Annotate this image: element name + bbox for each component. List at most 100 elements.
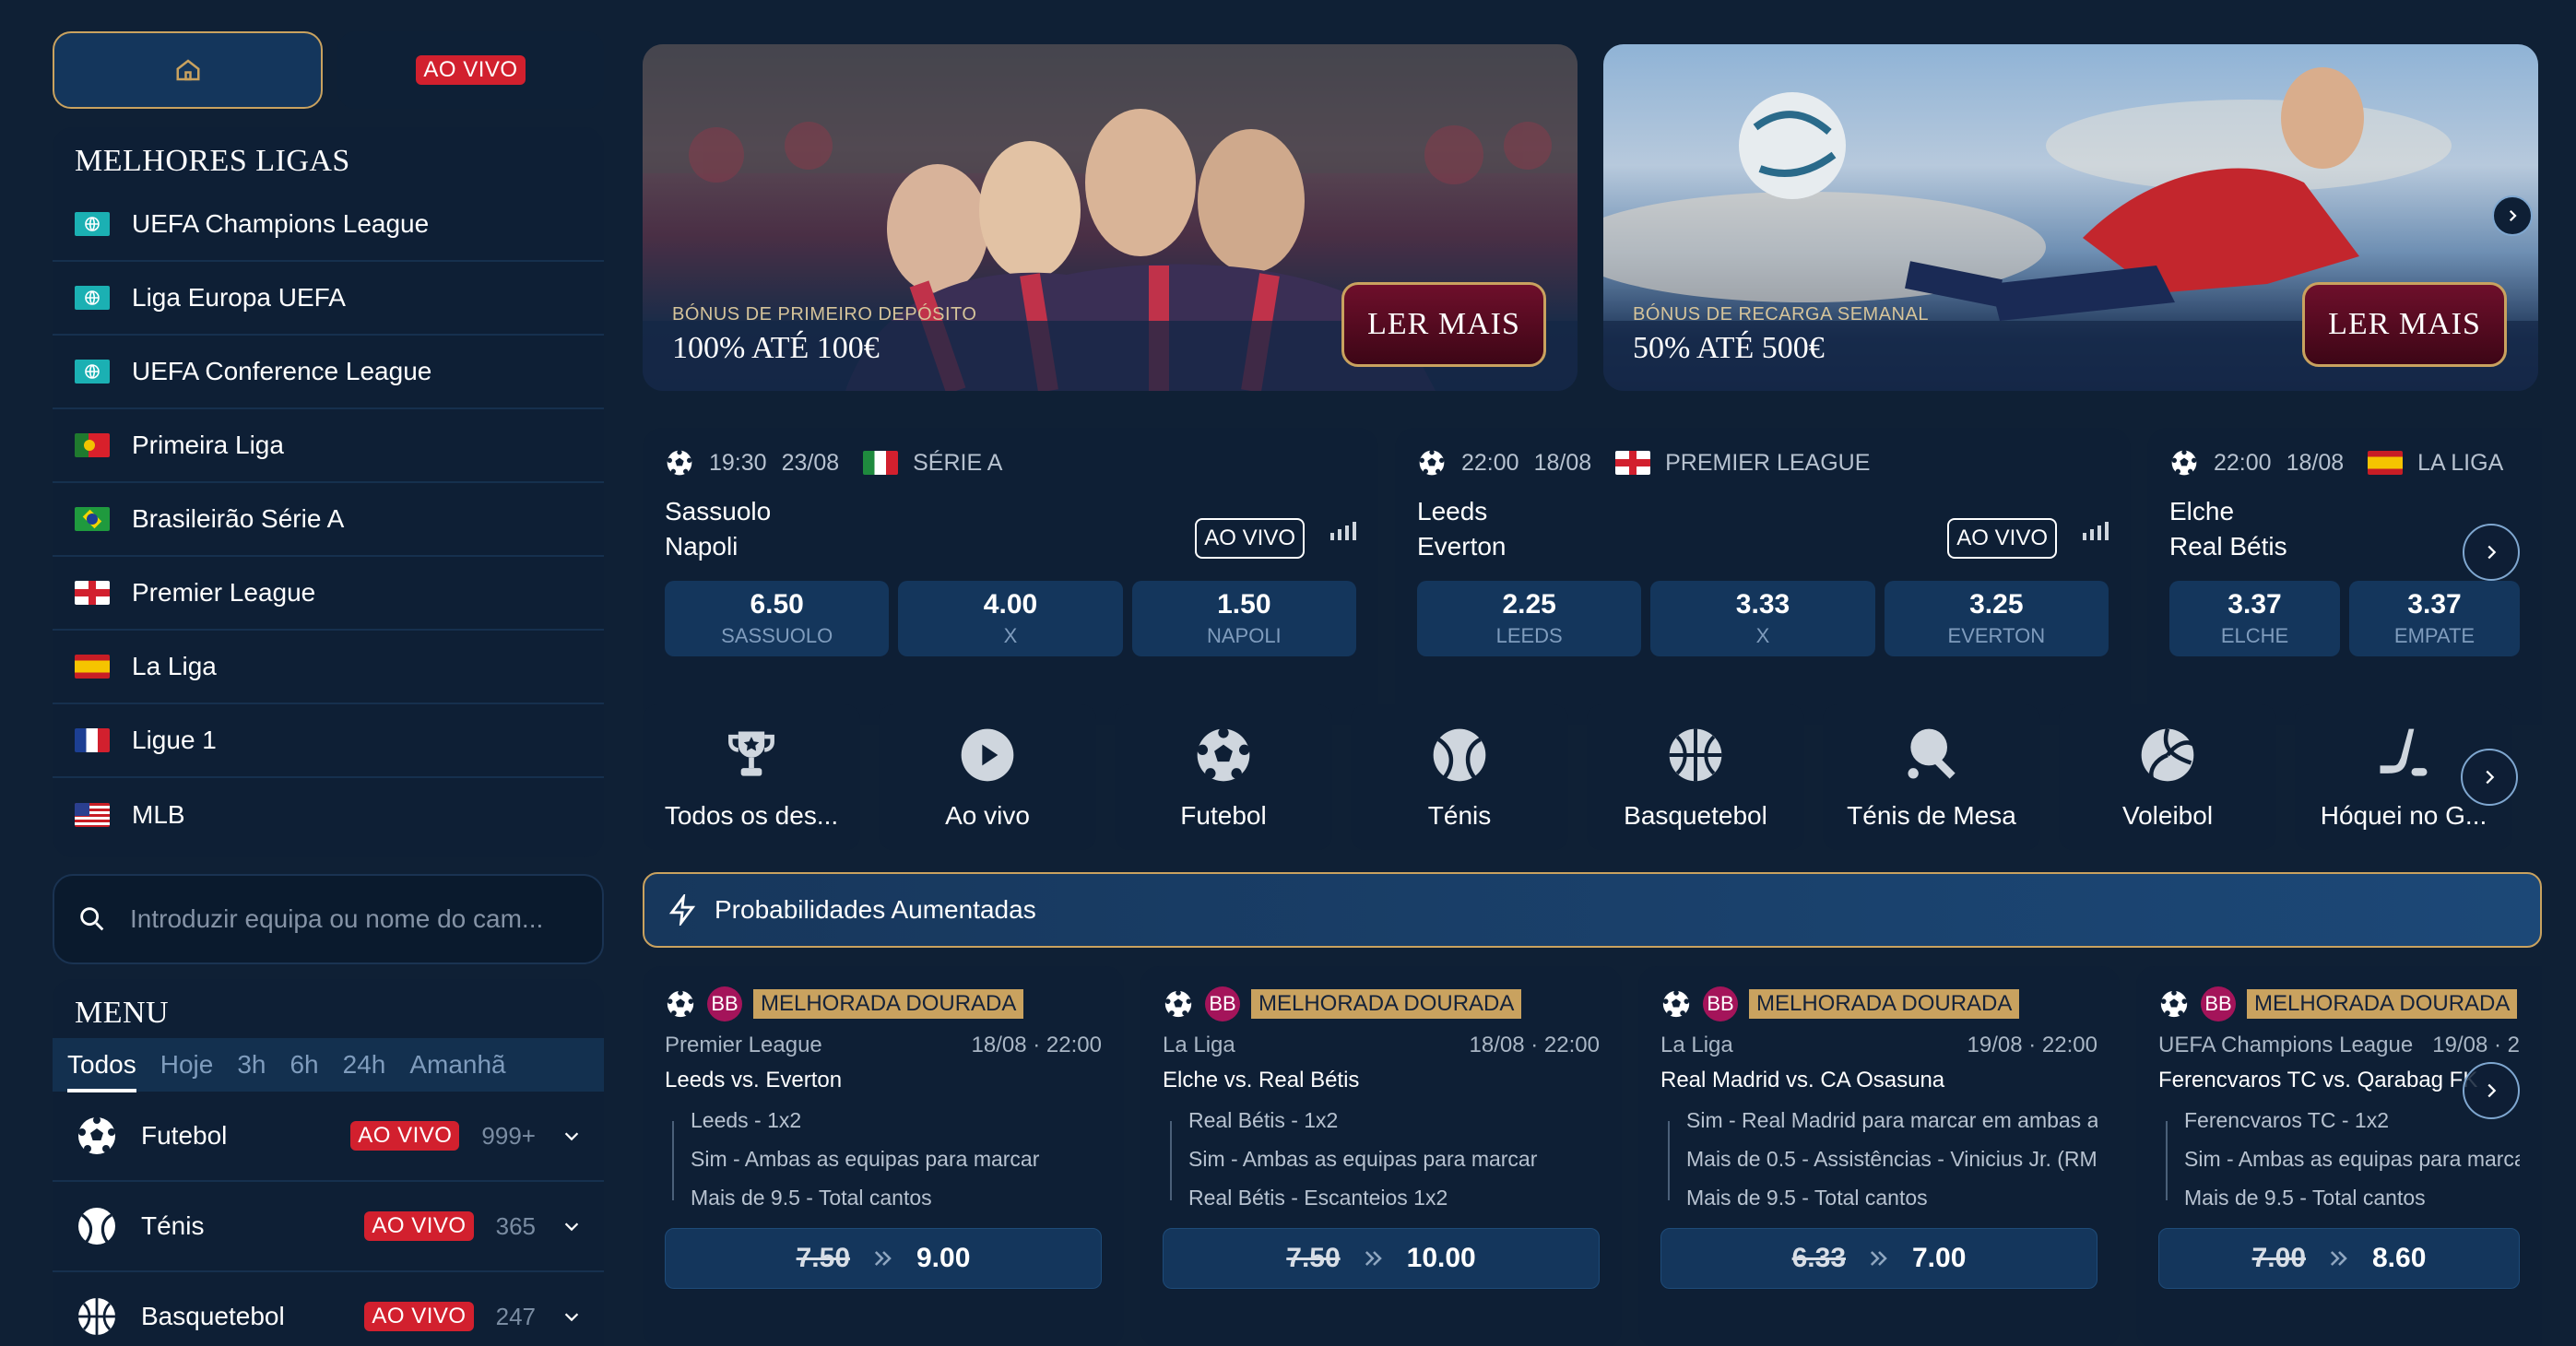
stats-bars-icon[interactable] bbox=[1330, 522, 1356, 540]
soccer-ball-icon bbox=[667, 450, 692, 476]
selection-connector bbox=[672, 1121, 674, 1200]
match-time: 19:30 bbox=[709, 449, 767, 476]
sport-tile-table-tennis[interactable]: Ténis de Mesa bbox=[1823, 704, 2040, 850]
odd-button-home[interactable]: 2.25 LEEDS bbox=[1417, 581, 1642, 656]
boost-card-league-line: La Liga 18/08 · 22:00 bbox=[1163, 1033, 1600, 1058]
tab-3h[interactable]: 3h bbox=[237, 1050, 266, 1080]
tab-6h[interactable]: 6h bbox=[290, 1050, 318, 1080]
chevron-down-icon[interactable] bbox=[561, 1216, 582, 1236]
league-name: PREMIER LEAGUE bbox=[1665, 449, 1871, 476]
sport-tile-volleyball[interactable]: Voleibol bbox=[2059, 704, 2276, 850]
soccer-ball-icon bbox=[78, 1116, 115, 1154]
boost-cards-next-button[interactable] bbox=[2463, 1062, 2520, 1119]
odd-button-home[interactable]: 3.37 ELCHE bbox=[2169, 581, 2340, 656]
match-date: 23/08 bbox=[781, 449, 840, 476]
odd-value: 1.50 bbox=[1217, 589, 1271, 620]
boosted-odds-header[interactable]: Probabilidades Aumentadas bbox=[643, 872, 2542, 948]
selection-item: Mais de 9.5 - Total cantos bbox=[2184, 1178, 2520, 1217]
tab-amanha[interactable]: Amanhã bbox=[409, 1050, 505, 1080]
league-item-conference-league[interactable]: UEFA Conference League bbox=[53, 336, 604, 409]
odd-label: LEEDS bbox=[1495, 624, 1563, 647]
odd-value: 6.50 bbox=[750, 589, 804, 620]
new-price: 7.00 bbox=[1912, 1243, 1967, 1273]
golden-boost-tag: MELHORADA DOURADA bbox=[1749, 989, 2020, 1019]
ping-pong-paddle-icon bbox=[1908, 728, 1956, 779]
menu-sport-futebol[interactable]: Futebol AO VIVO 999+ bbox=[53, 1092, 604, 1182]
league-item-primeira-liga[interactable]: Primeira Liga bbox=[53, 409, 604, 483]
home-button[interactable] bbox=[53, 31, 323, 109]
boost-price-button[interactable]: 7.50 9.00 bbox=[665, 1228, 1102, 1289]
live-toggle-button[interactable]: AO VIVO bbox=[337, 31, 604, 109]
league-item-brasileirao[interactable]: Brasileirão Série A bbox=[53, 483, 604, 557]
sport-tile-live[interactable]: Ao vivo bbox=[879, 704, 1096, 850]
selection-item: Sim - Real Madrid para marcar em ambas a bbox=[1686, 1101, 2097, 1139]
odd-button-draw[interactable]: 4.00 X bbox=[898, 581, 1123, 656]
chevron-down-icon[interactable] bbox=[561, 1306, 582, 1327]
sport-tile-all[interactable]: Todos os des... bbox=[643, 704, 860, 850]
sport-tile-football[interactable]: Futebol bbox=[1115, 704, 1332, 850]
live-indicator: AO VIVO bbox=[1195, 518, 1305, 559]
sport-tile-label: Todos os des... bbox=[664, 801, 839, 830]
banner-next-button[interactable] bbox=[2492, 195, 2533, 236]
odd-label: NAPOLI bbox=[1206, 624, 1282, 647]
boost-price-button[interactable]: 6.33 7.00 bbox=[1660, 1228, 2097, 1289]
tab-todos[interactable]: Todos bbox=[67, 1050, 136, 1092]
match-card[interactable]: 22:00 18/08 PREMIER LEAGUE Leeds Everton… bbox=[1395, 428, 2131, 725]
stats-bars-icon[interactable] bbox=[2083, 522, 2109, 540]
boost-card-league-line: Premier League 18/08 · 22:00 bbox=[665, 1033, 1102, 1058]
search-input[interactable] bbox=[130, 904, 554, 934]
chevron-down-icon[interactable] bbox=[561, 1126, 582, 1146]
bb-badge: BB bbox=[1205, 986, 1240, 1021]
boost-price-button[interactable]: 7.00 8.60 bbox=[2158, 1228, 2520, 1289]
lightning-icon bbox=[668, 894, 696, 926]
league-item-premier-league[interactable]: Premier League bbox=[53, 557, 604, 631]
sports-next-button[interactable] bbox=[2461, 749, 2518, 806]
odd-button-away[interactable]: 1.50 NAPOLI bbox=[1131, 581, 1356, 656]
banner-title: 50% ATÉ 500€ bbox=[1633, 331, 1825, 365]
league-item-champions-league[interactable]: UEFA Champions League bbox=[53, 188, 604, 262]
sport-tile-label: Hóquei no G... bbox=[2320, 801, 2487, 830]
menu-sport-basquetebol[interactable]: Basquetebol AO VIVO 247 bbox=[53, 1272, 604, 1346]
promo-banner-first-deposit[interactable]: BÓNUS DE PRIMEIRO DEPÓSITO 100% ATÉ 100€… bbox=[643, 44, 1578, 391]
boost-price-button[interactable]: 7.50 10.00 bbox=[1163, 1228, 1600, 1289]
read-more-button[interactable]: LER MAIS bbox=[2302, 282, 2507, 367]
league-item-ligue-1[interactable]: Ligue 1 bbox=[53, 704, 604, 778]
sport-tile-basketball[interactable]: Basquetebol bbox=[1587, 704, 1804, 850]
selection-list: Sim - Real Madrid para marcar em ambas a… bbox=[1660, 1101, 2097, 1217]
read-more-button[interactable]: LER MAIS bbox=[1341, 282, 1546, 367]
odd-button-away[interactable]: 3.25 EVERTON bbox=[1884, 581, 2109, 656]
menu-sport-tenis[interactable]: Ténis AO VIVO 365 bbox=[53, 1182, 604, 1272]
golden-boost-tag: MELHORADA DOURADA bbox=[753, 989, 1024, 1019]
match-time: 22:00 bbox=[1461, 449, 1519, 476]
league-label: Liga Europa UEFA bbox=[132, 283, 346, 312]
boost-card[interactable]: BB MELHORADA DOURADA Premier League 18/08… bbox=[643, 966, 1124, 1346]
league-item-europa-league[interactable]: Liga Europa UEFA bbox=[53, 262, 604, 336]
sport-name: Basquetebol bbox=[141, 1302, 285, 1330]
match-card[interactable]: 19:30 23/08 SÉRIE A Sassuolo Napoli AO V… bbox=[643, 428, 1378, 725]
match-time: 22:00 bbox=[2214, 449, 2272, 476]
soccer-ball-icon bbox=[1197, 727, 1250, 782]
league-label: Primeira Liga bbox=[132, 431, 284, 459]
match-card[interactable]: 22:00 18/08 LA LIGA Elche Real Bétis 3.3… bbox=[2147, 428, 2542, 725]
boost-card-league-line: UEFA Champions League 19/08 · 2 bbox=[2158, 1033, 2520, 1058]
boost-card[interactable]: BB MELHORADA DOURADA La Liga 19/08 · 22:0… bbox=[1638, 966, 2120, 1346]
tab-24h[interactable]: 24h bbox=[343, 1050, 386, 1080]
sport-tile-tennis[interactable]: Ténis bbox=[1351, 704, 1568, 850]
odd-button-draw[interactable]: 3.37 EMPATE bbox=[2349, 581, 2520, 656]
odd-button-draw[interactable]: 3.33 X bbox=[1650, 581, 1875, 656]
chevron-right-icon bbox=[2487, 1083, 2497, 1098]
odd-button-home[interactable]: 6.50 SASSUOLO bbox=[665, 581, 890, 656]
event-count: 365 bbox=[495, 1211, 536, 1240]
league-item-la-liga[interactable]: La Liga bbox=[53, 631, 604, 704]
england-flag-icon bbox=[75, 581, 110, 605]
new-price: 9.00 bbox=[916, 1243, 971, 1273]
promo-banner-weekly-reload[interactable]: BÓNUS DE RECARGA SEMANAL 50% ATÉ 500€ LE… bbox=[1603, 44, 2538, 391]
boost-card[interactable]: BB MELHORADA DOURADA UEFA Champions Leag… bbox=[2136, 966, 2542, 1346]
boost-card[interactable]: BB MELHORADA DOURADA La Liga 18/08 · 22:0… bbox=[1140, 966, 1622, 1346]
tab-hoje[interactable]: Hoje bbox=[160, 1050, 214, 1080]
league-item-mlb[interactable]: MLB bbox=[53, 778, 604, 852]
match-meta: 22:00 18/08 LA LIGA bbox=[2169, 448, 2520, 478]
league-name: La Liga bbox=[1163, 1033, 1235, 1057]
selection-item: Real Bétis - Escanteios 1x2 bbox=[1188, 1178, 1600, 1217]
matches-next-button[interactable] bbox=[2463, 524, 2520, 581]
